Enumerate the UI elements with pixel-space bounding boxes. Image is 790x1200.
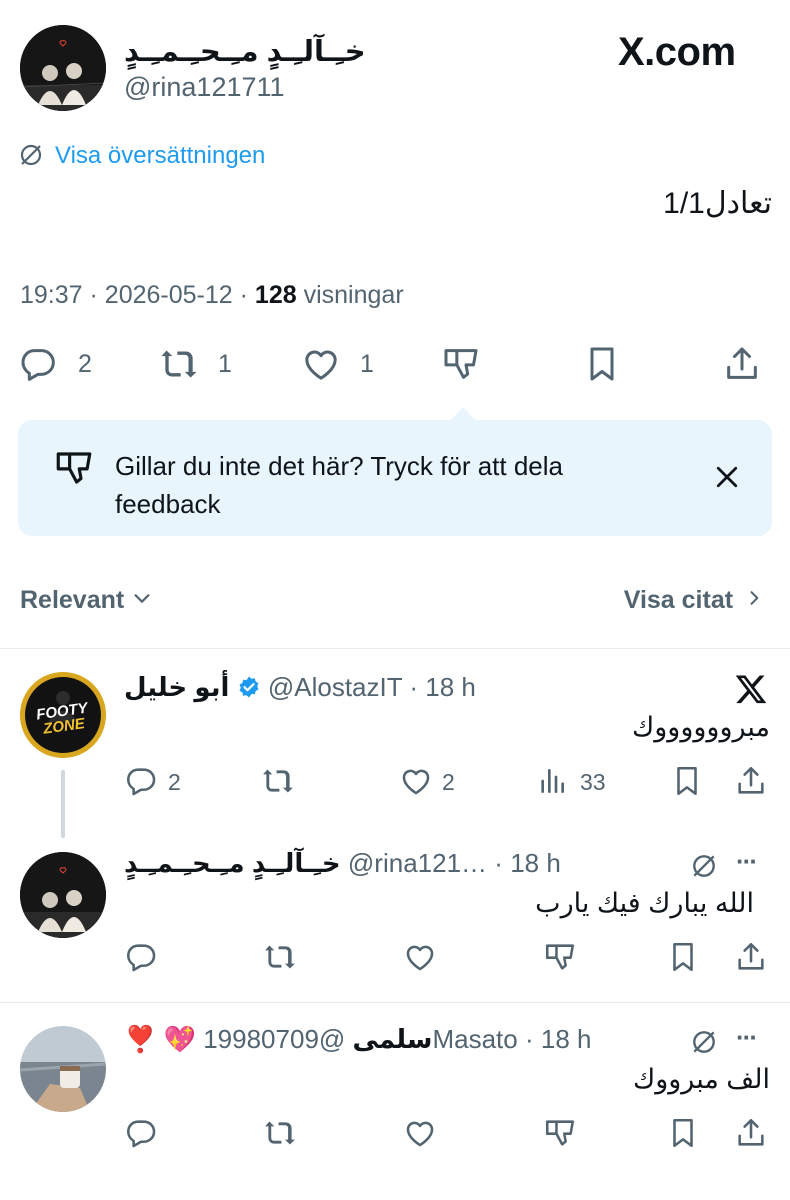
reply-author-name[interactable]: سلمى xyxy=(353,1024,433,1054)
bookmark-icon[interactable] xyxy=(666,940,700,974)
like-count: 2 xyxy=(442,769,455,795)
reply-time[interactable]: 18 h xyxy=(425,672,476,702)
feedback-text[interactable]: Gillar du inte det här? Tryck för att de… xyxy=(115,447,585,523)
author-avatar[interactable] xyxy=(20,25,106,111)
repost-icon[interactable] xyxy=(158,344,200,384)
share-icon[interactable] xyxy=(734,764,768,798)
quotes-label: Visa citat xyxy=(623,586,734,614)
like-icon[interactable] xyxy=(398,764,434,798)
share-icon[interactable] xyxy=(734,940,768,974)
translate-icon xyxy=(18,142,44,168)
x-site-label-text: X.com xyxy=(618,30,736,74)
feedback-pointer xyxy=(450,407,476,421)
reply-icon[interactable] xyxy=(18,344,58,384)
reply-author-name[interactable]: أبو خليل xyxy=(124,672,229,702)
more-options-icon[interactable]: ··· xyxy=(736,846,758,877)
views-label: visningar xyxy=(303,281,404,309)
repost-icon[interactable] xyxy=(262,940,298,974)
reply-header: أبو خليل @AlostazIT · 18 h xyxy=(124,672,476,706)
reply-author-emoji: ❣️ 💖 xyxy=(124,1024,196,1054)
tweet-time[interactable]: 19:37 xyxy=(20,281,83,309)
bookmark-icon[interactable] xyxy=(666,1116,700,1150)
reply-avatar[interactable]: FOOTY ZONE xyxy=(20,672,106,758)
reply-icon[interactable] xyxy=(124,1116,158,1150)
reply-text: الله يبارك فيك يارب xyxy=(535,888,754,918)
tweet-meta: 19:37 · 2026-05-12 · 128 visningar xyxy=(20,281,404,310)
more-options-icon[interactable]: ··· xyxy=(736,1022,758,1053)
translate-link[interactable]: Visa översättningen xyxy=(55,142,265,170)
view-quotes-link[interactable]: Visa citat xyxy=(624,586,764,616)
translate-icon[interactable] xyxy=(690,852,718,880)
meta-dot: · xyxy=(524,1024,534,1054)
verified-badge-icon xyxy=(237,675,261,706)
like-icon[interactable] xyxy=(300,344,342,384)
chevron-right-icon xyxy=(744,587,764,616)
meta-dot: · xyxy=(494,848,503,878)
dislike-icon xyxy=(52,447,96,489)
tweet-date[interactable]: 2026-05-12 xyxy=(105,281,233,309)
meta-dot: · xyxy=(89,281,105,309)
reply-text: الف مبرووك xyxy=(632,1064,770,1094)
reply-author-handle[interactable]: @AlostazIT xyxy=(268,672,402,702)
tweet-text: 1/1تعادل xyxy=(663,187,772,220)
repost-icon[interactable] xyxy=(262,1116,298,1150)
dislike-icon[interactable] xyxy=(542,940,578,974)
dislike-icon[interactable] xyxy=(542,1116,578,1150)
dislike-icon[interactable] xyxy=(440,344,482,384)
views-icon[interactable] xyxy=(536,764,568,798)
sort-label: Relevant xyxy=(20,586,125,614)
meta-dot: · xyxy=(239,281,255,309)
views-count: 33 xyxy=(580,769,606,795)
x-site-label: X.com xyxy=(618,30,736,75)
reply-avatar[interactable] xyxy=(20,852,106,938)
translate-icon[interactable] xyxy=(690,1028,718,1056)
reply-icon[interactable] xyxy=(124,940,158,974)
views-count: 128 xyxy=(254,281,297,309)
bookmark-icon[interactable] xyxy=(670,764,704,798)
reply-icon[interactable] xyxy=(124,764,158,798)
like-count: 1 xyxy=(360,350,374,378)
reply-count: 2 xyxy=(168,769,181,795)
like-icon[interactable] xyxy=(402,1116,438,1150)
x-logo-icon xyxy=(734,672,768,706)
reply-time[interactable]: 18 h xyxy=(541,1024,592,1054)
close-icon[interactable] xyxy=(712,462,742,492)
thread-line xyxy=(61,770,65,838)
reply-avatar[interactable] xyxy=(20,1026,106,1112)
reply-time[interactable]: 18 h xyxy=(510,848,561,878)
divider xyxy=(0,648,790,649)
share-icon[interactable] xyxy=(722,344,762,384)
reply-author-name[interactable]: خـِـآلـِـدٍ مـِـحـِـمـِـدٍ xyxy=(124,848,341,878)
divider xyxy=(0,1002,790,1003)
share-icon[interactable] xyxy=(734,1116,768,1150)
bookmark-icon[interactable] xyxy=(582,344,622,384)
repost-count: 1 xyxy=(218,350,232,378)
reply-header: خـِـآلـِـدٍ مـِـحـِـمـِـدٍ @rina121… · 1… xyxy=(124,848,561,879)
author-handle[interactable]: @rina121711 xyxy=(124,72,285,103)
chevron-down-icon xyxy=(131,587,153,616)
reply-author-handle[interactable]: @rina121… xyxy=(348,848,487,878)
reply-text: مبرووووووك xyxy=(632,712,770,742)
reply-count: 2 xyxy=(78,350,92,378)
repost-icon[interactable] xyxy=(260,764,296,798)
sort-dropdown[interactable]: Relevant xyxy=(20,586,153,616)
meta-dot: · xyxy=(409,672,419,702)
like-icon[interactable] xyxy=(402,940,438,974)
author-name[interactable]: خـِـآلـِـدٍ مـِـحـِـمـِـدٍ xyxy=(124,34,366,69)
reply-header: ❣️ 💖 سلمى @19980709Masato · 18 h xyxy=(124,1024,591,1055)
